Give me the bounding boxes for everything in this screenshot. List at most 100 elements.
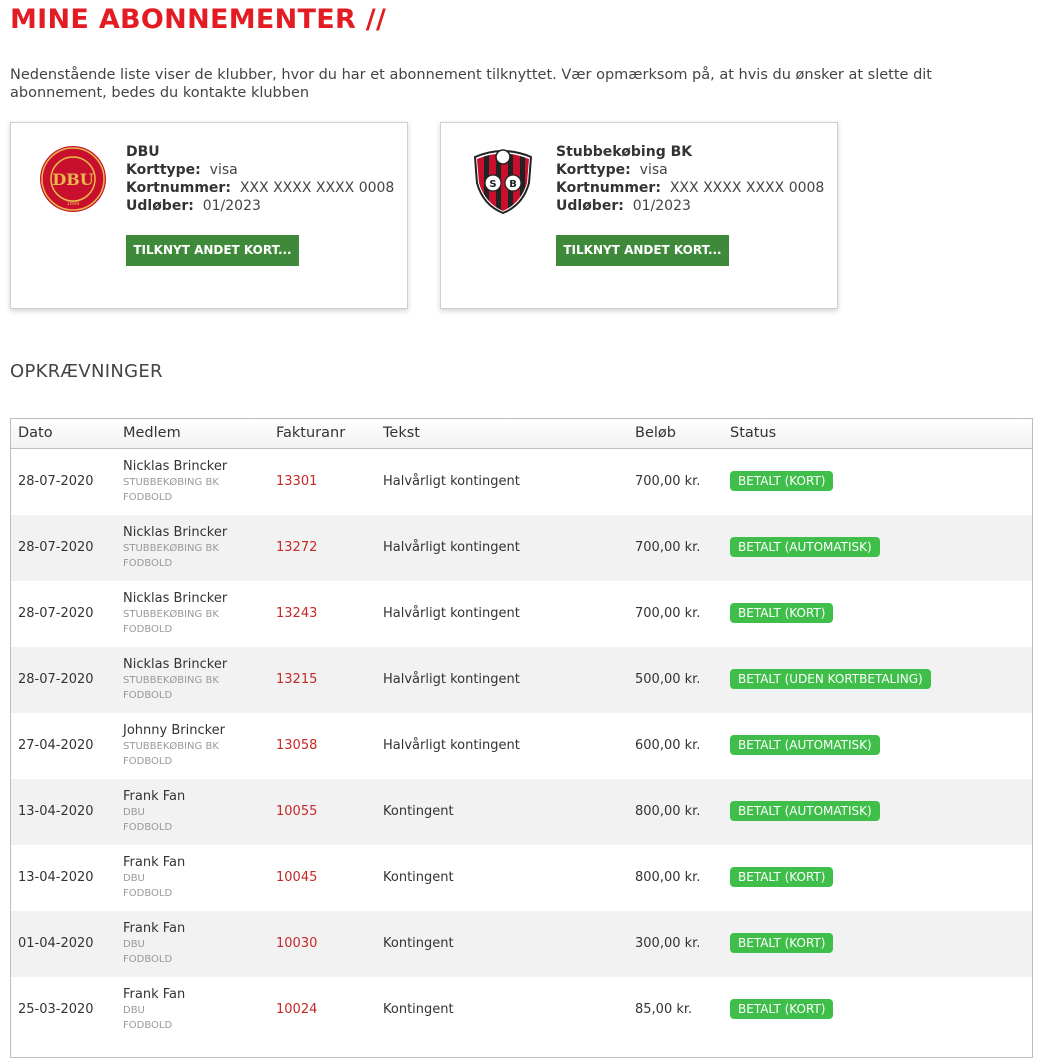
member-name: Frank Fan [123, 987, 186, 1002]
row-status: BETALT (AUTOMATISK) [730, 801, 880, 821]
member-name: Nicklas Brincker [123, 459, 228, 474]
member-name: Frank Fan [123, 855, 186, 870]
row-date: 28-07-2020 [18, 606, 94, 621]
member-department: FODBOLD [123, 822, 173, 833]
row-amount: 500,00 kr. [635, 672, 701, 687]
row-member: Nicklas Brincker STUBBEKØBING BK FODBOLD [123, 657, 227, 703]
member-club: DBU [123, 939, 145, 950]
column-header-invoice[interactable]: Fakturanr [276, 425, 345, 441]
member-department: FODBOLD [123, 756, 173, 767]
row-member: Frank Fan DBU FODBOLD [123, 987, 185, 1033]
row-amount: 700,00 kr. [635, 474, 701, 489]
status-badge: BETALT (AUTOMATISK) [730, 537, 880, 557]
card-type-label: Korttype: [126, 162, 201, 178]
member-name: Nicklas Brincker [123, 591, 228, 606]
invoice-link[interactable]: 13058 [276, 738, 317, 753]
member-club: DBU [123, 1005, 145, 1016]
invoice-link[interactable]: 13272 [276, 540, 317, 555]
row-member: Frank Fan DBU FODBOLD [123, 921, 185, 967]
member-department: FODBOLD [123, 690, 173, 701]
member-department: FODBOLD [123, 492, 173, 503]
row-status: BETALT (KORT) [730, 867, 834, 887]
table-header: Dato Medlem Fakturanr Tekst Beløb Status [11, 419, 1032, 449]
attach-card-button-stubbekobing[interactable]: TILKNYT ANDET KORT... [556, 235, 729, 266]
invoice-link[interactable]: 13243 [276, 606, 317, 621]
card-number-label: Kortnummer: [556, 180, 661, 196]
table-row: 28-07-2020 Nicklas Brincker STUBBEKØBING… [11, 515, 1032, 581]
svg-text:S: S [489, 179, 496, 190]
row-member: Frank Fan DBU FODBOLD [123, 789, 185, 835]
member-department: FODBOLD [123, 558, 173, 569]
svg-text:1889: 1889 [67, 201, 80, 207]
member-club: STUBBEKØBING BK [123, 609, 219, 620]
member-club: STUBBEKØBING BK [123, 675, 219, 686]
table-row: 13-04-2020 Frank Fan DBU FODBOLD 10055 K… [11, 779, 1032, 845]
row-text: Halvårligt kontingent [383, 606, 520, 621]
column-header-date[interactable]: Dato [18, 425, 53, 441]
expiry-value: 01/2023 [202, 198, 261, 214]
card-type-value: visa [209, 162, 238, 178]
row-date: 27-04-2020 [18, 738, 94, 753]
row-amount: 85,00 kr. [635, 1002, 693, 1017]
member-club: STUBBEKØBING BK [123, 477, 219, 488]
subscription-card-dbu: DBU 1889 DBU Korttype: visa Kortnummer: … [10, 122, 408, 309]
row-date: 28-07-2020 [18, 540, 94, 555]
attach-card-button-dbu[interactable]: TILKNYT ANDET KORT... [126, 235, 299, 266]
row-text: Halvårligt kontingent [383, 672, 520, 687]
status-badge: BETALT (AUTOMATISK) [730, 801, 880, 821]
table-row: 13-04-2020 Frank Fan DBU FODBOLD 10045 K… [11, 845, 1032, 911]
invoice-link[interactable]: 10045 [276, 870, 317, 885]
row-status: BETALT (AUTOMATISK) [730, 735, 880, 755]
row-status: BETALT (AUTOMATISK) [730, 537, 880, 557]
table-row: 28-07-2020 Nicklas Brincker STUBBEKØBING… [11, 581, 1032, 647]
row-member: Nicklas Brincker STUBBEKØBING BK FODBOLD [123, 525, 227, 571]
invoice-link[interactable]: 13215 [276, 672, 317, 687]
svg-text:DBU: DBU [52, 170, 93, 189]
member-name: Frank Fan [123, 921, 186, 936]
row-amount: 300,00 kr. [635, 936, 701, 951]
column-header-text[interactable]: Tekst [383, 425, 420, 441]
row-member: Nicklas Brincker STUBBEKØBING BK FODBOLD [123, 459, 227, 505]
table-row: 28-07-2020 Nicklas Brincker STUBBEKØBING… [11, 647, 1032, 713]
row-date: 28-07-2020 [18, 474, 94, 489]
row-amount: 700,00 kr. [635, 606, 701, 621]
status-badge: BETALT (KORT) [730, 603, 834, 623]
status-badge: BETALT (UDEN KORTBETALING) [730, 669, 931, 689]
column-header-amount[interactable]: Beløb [635, 425, 676, 441]
column-header-status[interactable]: Status [730, 425, 776, 441]
status-badge: BETALT (KORT) [730, 867, 834, 887]
club-name: Stubbekøbing BK [556, 144, 693, 160]
card-type-label: Korttype: [556, 162, 631, 178]
member-name: Johnny Brincker [123, 723, 226, 738]
row-member: Frank Fan DBU FODBOLD [123, 855, 185, 901]
column-header-member[interactable]: Medlem [123, 425, 181, 441]
row-text: Kontingent [383, 804, 454, 819]
stubbekobing-shield-icon: S B [467, 143, 539, 215]
status-badge: BETALT (KORT) [730, 933, 834, 953]
member-name: Frank Fan [123, 789, 186, 804]
row-date: 13-04-2020 [18, 870, 94, 885]
invoice-link[interactable]: 10030 [276, 936, 317, 951]
invoice-link[interactable]: 10055 [276, 804, 317, 819]
member-club: DBU [123, 807, 145, 818]
expiry-value: 01/2023 [632, 198, 691, 214]
table-body: 28-07-2020 Nicklas Brincker STUBBEKØBING… [11, 449, 1032, 1043]
expiry-label: Udløber: [556, 198, 624, 214]
subscription-card-stubbekobing: S B Stubbekøbing BK Korttype: visa Kortn… [440, 122, 838, 309]
member-club: STUBBEKØBING BK [123, 543, 219, 554]
table-row: 27-04-2020 Johnny Brincker STUBBEKØBING … [11, 713, 1032, 779]
table-row: 28-07-2020 Nicklas Brincker STUBBEKØBING… [11, 449, 1032, 515]
row-amount: 700,00 kr. [635, 540, 701, 555]
invoice-link[interactable]: 13301 [276, 474, 317, 489]
dbu-crest-icon: DBU 1889 [37, 143, 109, 215]
invoice-link[interactable]: 10024 [276, 1002, 317, 1017]
row-amount: 800,00 kr. [635, 804, 701, 819]
member-name: Nicklas Brincker [123, 525, 228, 540]
member-department: FODBOLD [123, 624, 173, 635]
row-text: Halvårligt kontingent [383, 474, 520, 489]
row-date: 28-07-2020 [18, 672, 94, 687]
row-amount: 600,00 kr. [635, 738, 701, 753]
status-badge: BETALT (KORT) [730, 999, 834, 1019]
table-row: 01-04-2020 Frank Fan DBU FODBOLD 10030 K… [11, 911, 1032, 977]
row-member: Johnny Brincker STUBBEKØBING BK FODBOLD [123, 723, 225, 769]
